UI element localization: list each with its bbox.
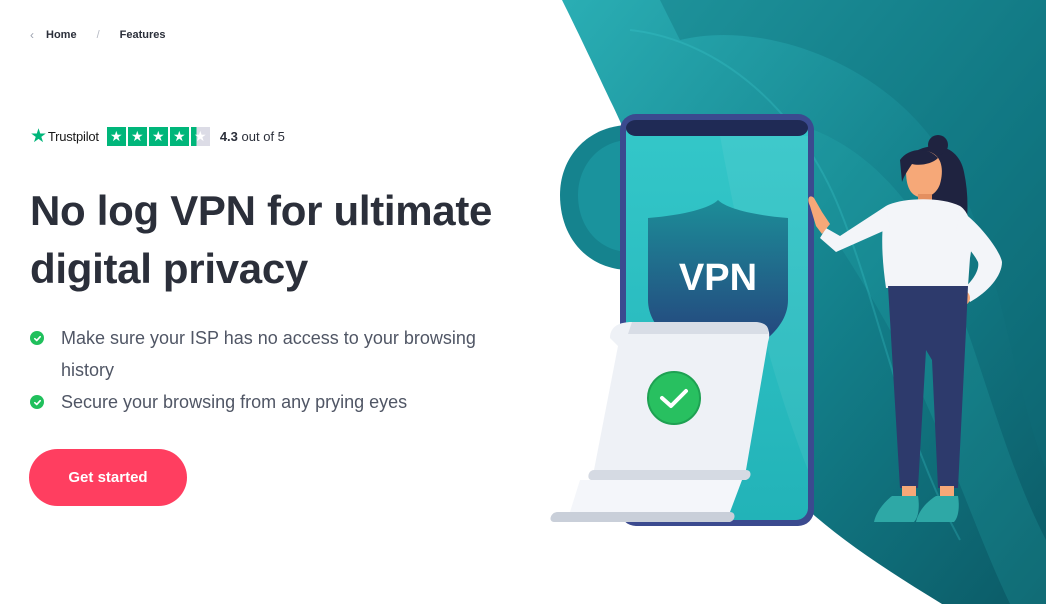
trustpilot-brand: Trustpilot [47, 128, 99, 144]
background-blob [560, 125, 630, 270]
list-item: Secure your browsing from any prying eye… [30, 386, 530, 418]
trustpilot-logo: ★ Trustpilot [30, 127, 99, 146]
breadcrumb: ‹ Home / Features [30, 28, 165, 42]
receipt-illustration [550, 322, 770, 522]
trustpilot-score: 4.3 out of 5 [220, 129, 285, 144]
check-circle-icon [30, 331, 44, 345]
trustpilot-rating[interactable]: ★ Trustpilot ★ ★ ★ ★ ★ 4.3 out of 5 [30, 126, 285, 146]
trustpilot-stars: ★ ★ ★ ★ ★ [106, 126, 212, 146]
star-icon: ★ [148, 126, 168, 146]
breadcrumb-home[interactable]: Home [46, 29, 77, 41]
get-started-button[interactable]: Get started [29, 449, 187, 506]
rating-suffix: out of 5 [241, 128, 285, 144]
feature-text: Secure your browsing from any prying eye… [61, 392, 408, 412]
check-circle-icon [30, 395, 44, 409]
vpn-illustration: VPN [550, 0, 1046, 604]
list-item: Make sure your ISP has no access to your… [30, 322, 530, 386]
star-half-icon: ★ [190, 126, 210, 146]
star-icon: ★ [106, 126, 126, 146]
shield-label: VPN [679, 257, 757, 299]
star-icon: ★ [169, 126, 189, 146]
star-icon: ★ [127, 126, 147, 146]
feature-list: Make sure your ISP has no access to your… [30, 322, 530, 418]
feature-text: Make sure your ISP has no access to your… [61, 328, 476, 380]
trustpilot-star-icon: ★ [30, 125, 47, 147]
chevron-left-icon[interactable]: ‹ [30, 28, 34, 42]
breadcrumb-separator: / [96, 29, 100, 41]
breadcrumb-features[interactable]: Features [120, 29, 166, 41]
rating-value: 4.3 [219, 128, 238, 144]
page-title: No log VPN for ultimate digital privacy [30, 187, 493, 292]
